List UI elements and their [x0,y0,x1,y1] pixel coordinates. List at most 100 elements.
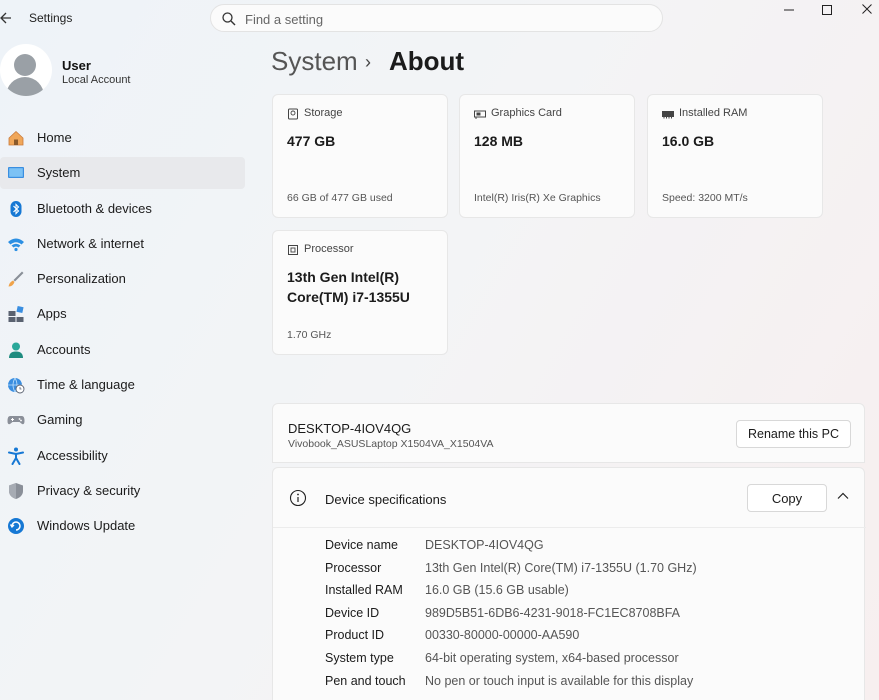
copy-button[interactable]: Copy [747,484,827,512]
bluetooth-icon [10,200,22,217]
sidebar-item-windows-update[interactable]: Windows Update [0,510,245,542]
storage-card[interactable]: Storage 477 GB 66 GB of 477 GB used [272,94,448,218]
search-box[interactable] [210,4,663,32]
sidebar-item-privacy[interactable]: Privacy & security [0,475,245,507]
shield-icon [9,482,23,499]
spec-value: No pen or touch input is available for t… [425,673,694,688]
processor-card-sub: 1.70 GHz [287,329,332,341]
sidebar-item-label: Bluetooth & devices [37,200,152,216]
page-title: About [389,46,465,76]
processor-icon [288,245,298,255]
graphics-card-icon [474,110,486,119]
system-icon [8,167,24,179]
ram-icon [662,111,674,119]
sidebar-item-label: Home [37,130,72,145]
sidebar-item-label: Gaming [37,412,83,428]
sidebar-item-time-language[interactable]: Time & language [0,369,245,401]
spec-value: 16.0 GB (15.6 GB usable) [425,583,569,598]
sidebar-item-accessibility[interactable]: Accessibility [0,440,245,472]
graphics-card-title: Graphics Card [491,107,562,119]
sidebar-item-personalization[interactable]: Personalization [0,263,245,295]
sidebar: User Local Account Home System Bluetooth… [0,36,250,700]
sidebar-item-apps[interactable]: Apps [0,298,245,330]
spec-key: System type [325,650,394,665]
title-bar: Settings [0,0,879,36]
graphics-card-value: 128 MB [474,133,524,149]
sidebar-item-label: Apps [37,306,67,322]
storage-card-value: 477 GB [287,133,336,149]
sidebar-item-accounts[interactable]: Accounts [0,334,245,366]
avatar-body [6,77,44,96]
search-input[interactable] [245,9,645,29]
sidebar-item-label: Accounts [37,341,91,357]
sidebar-item-label: Network & internet [37,235,144,251]
spec-value: 989D5B51-6DB6-4231-9018-FC1EC8708BFA [425,605,681,620]
processor-card-value: 13th Gen Intel(R) Core(TM) i7-1355U [287,269,410,305]
storage-card-sub: 66 GB of 477 GB used [287,192,393,204]
apps-icon [8,306,24,323]
sidebar-nav: Home System Bluetooth & devices Network … [0,122,245,546]
graphics-card-sub: Intel(R) Iris(R) Xe Graphics [474,192,601,204]
spec-key: Device ID [325,605,380,620]
sidebar-item-label: Privacy & security [37,482,141,498]
user-profile[interactable]: User Local Account [0,44,250,100]
close-icon [862,4,872,14]
rename-pc-button[interactable]: Rename this PC [736,420,851,448]
sidebar-item-label: Accessibility [37,447,108,463]
chevron-up-icon[interactable] [835,488,851,504]
update-icon [8,518,24,535]
ram-card[interactable]: Installed RAM 16.0 GB Speed: 3200 MT/s [647,94,823,218]
wifi-icon [8,238,24,251]
minimize-button[interactable] [769,0,809,20]
storage-icon [288,108,298,120]
info-icon [289,489,307,507]
globe-clock-icon [8,377,25,394]
avatar [0,44,52,96]
sidebar-item-bluetooth[interactable]: Bluetooth & devices [0,193,245,225]
breadcrumb-separator: › [365,52,371,72]
app-title: Settings [29,11,73,25]
gamepad-icon [7,416,25,425]
pc-name: DESKTOP-4IOV4QG [288,421,412,436]
maximize-icon [822,5,832,15]
sidebar-item-network[interactable]: Network & internet [0,228,245,260]
home-icon [8,130,24,146]
spec-value: 64-bit operating system, x64-based proce… [425,650,679,665]
pc-name-panel: DESKTOP-4IOV4QG Vivobook_ASUSLaptop X150… [272,403,865,463]
sidebar-item-label: Personalization [37,271,126,287]
graphics-card[interactable]: Graphics Card 128 MB Intel(R) Iris(R) Xe… [459,94,635,218]
device-specifications-panel: Device specifications Copy Device name D… [272,467,866,700]
avatar-head [14,54,36,76]
processor-card[interactable]: Processor 13th Gen Intel(R) Core(TM) i7-… [272,230,448,355]
sidebar-item-home[interactable]: Home [0,122,245,154]
sidebar-item-system[interactable]: System [0,157,245,190]
ram-card-value: 16.0 GB [662,133,715,149]
device-specifications-title: Device specifications [325,492,447,507]
brush-icon [8,271,24,287]
user-account-type: Local Account [62,74,131,86]
minimize-icon [784,9,794,11]
storage-card-title: Storage [304,107,343,119]
processor-card-title: Processor [304,243,354,255]
sidebar-item-label: Time & language [37,377,135,393]
ram-card-sub: Speed: 3200 MT/s [662,192,748,204]
spec-key: Installed RAM [325,583,403,598]
spec-value: DESKTOP-4IOV4QG [425,538,544,552]
spec-value: 00330-80000-00000-AA590 [425,628,580,643]
back-button[interactable] [0,9,14,27]
spec-key: Product ID [325,628,385,643]
ram-card-title: Installed RAM [679,107,748,119]
spec-key: Device name [325,538,398,552]
spec-key: Pen and touch [325,673,406,688]
breadcrumb-parent[interactable]: System [271,46,358,77]
user-name: User [62,58,91,73]
sidebar-item-label: Windows Update [37,518,136,534]
close-button[interactable] [847,0,879,20]
spec-value: 13th Gen Intel(R) Core(TM) i7-1355U (1.7… [425,560,697,575]
spec-key: Processor [325,560,382,575]
search-icon [222,12,236,26]
maximize-button[interactable] [807,0,847,20]
device-specifications-header[interactable]: Device specifications Copy [273,468,866,528]
sidebar-item-label: System [37,165,81,181]
sidebar-item-gaming[interactable]: Gaming [0,404,245,436]
